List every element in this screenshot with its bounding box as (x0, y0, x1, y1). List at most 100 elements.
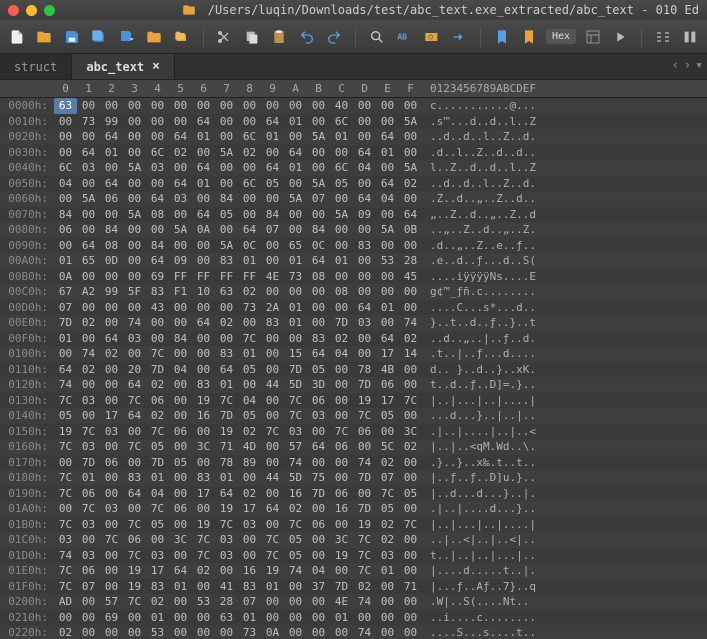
byte-cell[interactable]: 00 (146, 331, 169, 347)
byte-cell[interactable]: 00 (399, 145, 422, 161)
byte-cell[interactable]: 64 (100, 129, 123, 145)
byte-cell[interactable]: 7D (215, 408, 238, 424)
byte-cell[interactable]: 7C (192, 532, 215, 548)
byte-cell[interactable]: 00 (100, 160, 123, 176)
ascii-cell[interactable]: .|..|....|..|..< (422, 424, 536, 440)
hex-row[interactable]: 0130h:7C03007C0600197C04007C060019177C|.… (0, 393, 707, 409)
byte-cell[interactable]: 7C (376, 486, 399, 502)
tab-abc_text[interactable]: abc_text× (72, 54, 175, 79)
byte-cell[interactable]: 00 (123, 253, 146, 269)
byte-cell[interactable]: 3C (192, 439, 215, 455)
byte-cell[interactable]: 02 (169, 145, 192, 161)
byte-cell[interactable]: 01 (238, 253, 261, 269)
byte-cell[interactable]: 64 (353, 145, 376, 161)
byte-cell[interactable]: 00 (353, 176, 376, 192)
byte-cell[interactable]: 16 (238, 563, 261, 579)
byte-cell[interactable]: 6C (238, 176, 261, 192)
byte-cell[interactable]: 08 (307, 269, 330, 285)
byte-cell[interactable]: 5C (376, 439, 399, 455)
byte-cell[interactable]: 00 (238, 160, 261, 176)
byte-cell[interactable]: 0C (238, 238, 261, 254)
byte-cell[interactable]: 3C (399, 424, 422, 440)
byte-cell[interactable]: 19 (192, 517, 215, 533)
byte-cell[interactable]: 64 (192, 207, 215, 223)
hex-row[interactable]: 01F0h:7C07001983010041830100377D020071|.… (0, 579, 707, 595)
byte-cell[interactable]: 53 (192, 594, 215, 610)
byte-cell[interactable]: 05 (169, 455, 192, 471)
byte-cell[interactable]: 01 (215, 470, 238, 486)
byte-cell[interactable]: 00 (399, 610, 422, 626)
byte-cell[interactable]: 73 (238, 300, 261, 316)
byte-cell[interactable]: 83 (192, 470, 215, 486)
byte-cell[interactable]: 0D (100, 253, 123, 269)
replace-button[interactable]: AB (393, 25, 415, 49)
byte-cell[interactable]: 0A (54, 269, 77, 285)
new-file-button[interactable] (6, 25, 28, 49)
byte-cell[interactable]: 0A (192, 222, 215, 238)
byte-cell[interactable]: 00 (215, 563, 238, 579)
byte-cell[interactable]: 01 (100, 145, 123, 161)
byte-cell[interactable]: 64 (307, 253, 330, 269)
hex-row[interactable]: 01B0h:7C03007C0500197C03007C060019027C|.… (0, 517, 707, 533)
hex-row[interactable]: 0100h:007402007C0000830100156404001714.t… (0, 346, 707, 362)
byte-cell[interactable]: 01 (261, 129, 284, 145)
byte-cell[interactable]: 00 (330, 393, 353, 409)
byte-cell[interactable]: 00 (169, 160, 192, 176)
byte-cell[interactable]: 00 (307, 315, 330, 331)
byte-cell[interactable]: 00 (399, 362, 422, 378)
byte-cell[interactable]: 00 (261, 284, 284, 300)
ascii-cell[interactable]: g¢™_ƒñ.c........ (422, 284, 536, 300)
folder-button[interactable] (144, 25, 166, 49)
byte-cell[interactable]: 64 (261, 501, 284, 517)
byte-cell[interactable]: 00 (307, 594, 330, 610)
byte-cell[interactable]: 19 (215, 501, 238, 517)
byte-cell[interactable]: 00 (192, 253, 215, 269)
byte-cell[interactable]: 53 (376, 253, 399, 269)
byte-cell[interactable]: 00 (261, 253, 284, 269)
copy-button[interactable] (241, 25, 263, 49)
byte-cell[interactable]: 00 (54, 129, 77, 145)
byte-cell[interactable]: 7C (54, 517, 77, 533)
ascii-cell[interactable]: .d..„..Z..e..ƒ.. (422, 238, 536, 254)
byte-cell[interactable]: 7C (123, 439, 146, 455)
byte-cell[interactable]: 02 (353, 579, 376, 595)
byte-cell[interactable]: 00 (399, 548, 422, 564)
byte-cell[interactable]: 00 (284, 625, 307, 639)
byte-cell[interactable]: 00 (100, 486, 123, 502)
byte-cell[interactable]: 00 (353, 253, 376, 269)
byte-cell[interactable]: 67 (54, 284, 77, 300)
byte-cell[interactable]: 5A (399, 160, 422, 176)
byte-cell[interactable]: 64 (192, 114, 215, 130)
byte-cell[interactable]: 00 (376, 284, 399, 300)
byte-cell[interactable]: 06 (100, 455, 123, 471)
byte-cell[interactable]: 00 (330, 563, 353, 579)
byte-cell[interactable]: 63 (215, 284, 238, 300)
ascii-cell[interactable]: „..Z..d..„..Z..d (422, 207, 536, 223)
byte-cell[interactable]: 64 (169, 563, 192, 579)
byte-cell[interactable]: 64 (123, 377, 146, 393)
byte-cell[interactable]: 00 (54, 455, 77, 471)
byte-cell[interactable]: 07 (307, 191, 330, 207)
byte-cell[interactable]: 00 (215, 331, 238, 347)
byte-cell[interactable]: 00 (215, 625, 238, 639)
byte-cell[interactable]: 20 (123, 362, 146, 378)
byte-cell[interactable]: 64 (261, 114, 284, 130)
byte-cell[interactable]: 05 (330, 176, 353, 192)
byte-cell[interactable]: 00 (353, 114, 376, 130)
byte-cell[interactable]: 02 (238, 486, 261, 502)
ascii-cell[interactable]: .Z..d..„..Z..d.. (422, 191, 536, 207)
byte-cell[interactable]: 19 (261, 563, 284, 579)
close-window-button[interactable] (8, 5, 19, 16)
byte-cell[interactable]: 05 (284, 548, 307, 564)
byte-cell[interactable]: 00 (238, 470, 261, 486)
byte-cell[interactable]: 00 (169, 98, 192, 114)
byte-cell[interactable]: 6C (54, 160, 77, 176)
byte-cell[interactable]: 7D (146, 455, 169, 471)
ascii-cell[interactable]: ...d...}..|..|.. (422, 408, 536, 424)
byte-cell[interactable]: 7C (77, 424, 100, 440)
ascii-cell[interactable]: ..d..d..l..Z..d. (422, 176, 536, 192)
byte-cell[interactable]: 00 (100, 207, 123, 223)
hex-row[interactable]: 01E0h:7C0600191764020016197404007C0100|.… (0, 563, 707, 579)
byte-cell[interactable]: 17 (192, 486, 215, 502)
byte-cell[interactable]: 7C (192, 548, 215, 564)
